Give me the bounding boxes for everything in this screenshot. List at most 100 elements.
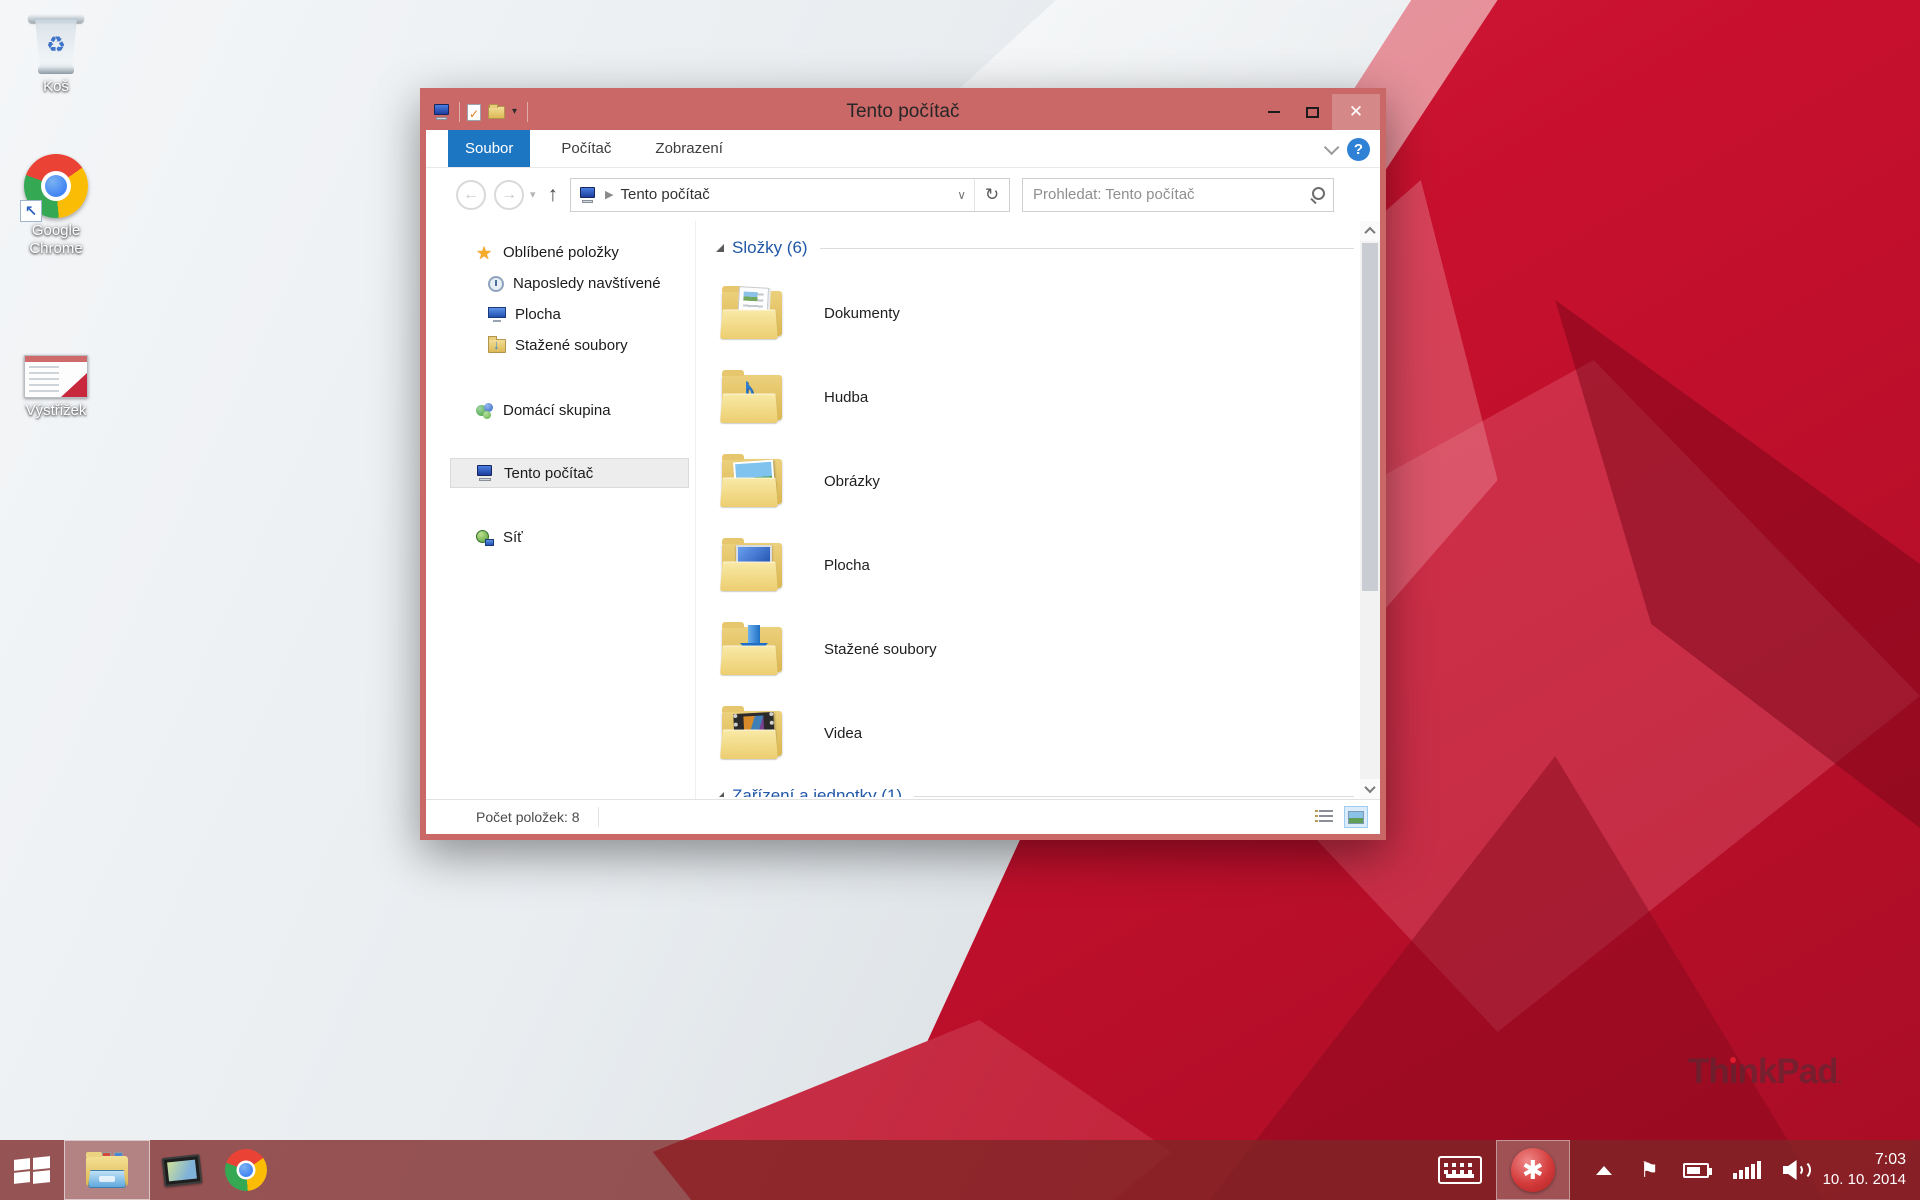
sidebar-item-label: Stažené soubory (515, 337, 628, 354)
battery-icon[interactable] (1683, 1163, 1709, 1178)
folder-icon (720, 705, 786, 761)
address-dropdown-chevron-icon[interactable]: ∨ (949, 188, 974, 202)
taskbar-clock[interactable]: 7:03 10. 10. 2014 (1823, 1150, 1906, 1190)
sidebar-item-tento-pocitac[interactable]: Tento počítač (450, 458, 689, 488)
sidebar-item-domaci-skupina[interactable]: Domácí skupina (426, 395, 695, 426)
breadcrumb[interactable]: Tento počítač (621, 186, 950, 203)
vertical-scrollbar[interactable] (1360, 221, 1380, 799)
folder-item-label: Videa (824, 725, 862, 742)
computer-icon[interactable] (432, 104, 452, 120)
taskbar-photos-button[interactable] (150, 1140, 214, 1200)
group-header-zarizeni-partial[interactable]: Zařízení a jednotky (1) (716, 783, 1354, 797)
group-header-label: Zařízení a jednotky (1) (732, 786, 902, 797)
start-button[interactable] (0, 1140, 64, 1200)
separator (459, 102, 460, 122)
explorer-window: ▾ Tento počítač ✕ Soubor Počítač Zobraze… (420, 88, 1386, 840)
desktop-icon-label: Google Chrome (4, 222, 108, 258)
touch-keyboard-icon[interactable] (1438, 1156, 1482, 1184)
folder-item-obrazky[interactable]: Obrázky (716, 439, 1354, 523)
sidebar-item-stazene-soubory[interactable]: Stažené soubory (426, 330, 695, 361)
sidebar-gap (426, 426, 695, 458)
new-folder-icon[interactable] (488, 106, 505, 119)
search-input[interactable] (1033, 186, 1309, 203)
group-header-label: Složky (6) (732, 238, 808, 258)
help-button[interactable]: ? (1347, 138, 1370, 161)
recent-places-icon (488, 276, 504, 292)
close-button[interactable]: ✕ (1332, 94, 1380, 130)
folder-item-stazene-soubory[interactable]: Stažené soubory (716, 607, 1354, 691)
recent-locations-chevron-icon[interactable]: ▾ (530, 188, 536, 201)
folder-item-dokumenty[interactable]: Dokumenty (716, 271, 1354, 355)
recycle-bin-icon: ♻ (28, 12, 84, 74)
minimize-button[interactable] (1256, 94, 1292, 130)
taskbar-file-explorer-button[interactable] (64, 1140, 150, 1200)
action-center-flag-icon[interactable]: ⚑ (1640, 1158, 1659, 1183)
caption-buttons: ✕ (1256, 94, 1380, 130)
group-header-slozky[interactable]: Složky (6) (716, 235, 1354, 261)
sidebar-item-oblibene-polozky[interactable]: ★ Oblíbené položky (426, 237, 695, 268)
address-bar[interactable]: ▶ Tento počítač ∨ ↻ (570, 178, 1010, 212)
sidebar-item-label: Tento počítač (504, 465, 593, 482)
search-icon[interactable] (1309, 187, 1325, 203)
desktop-icon-recycle-bin[interactable]: ♻ Koš (4, 8, 108, 96)
tab-zobrazeni[interactable]: Zobrazení (638, 130, 740, 167)
folder-icon (720, 537, 786, 593)
breadcrumb-arrow-icon[interactable]: ▶ (605, 188, 613, 201)
thumbnails-view-button[interactable] (1344, 806, 1368, 828)
folder-view: Složky (6) Dokumenty ♪ (696, 221, 1360, 799)
folder-item-plocha[interactable]: Plocha (716, 523, 1354, 607)
up-button[interactable]: ↑ (548, 183, 559, 207)
refresh-button[interactable]: ↻ (975, 185, 1009, 205)
network-signal-icon[interactable] (1733, 1161, 1761, 1179)
scroll-up-button[interactable] (1360, 221, 1380, 241)
tray-red-utility-button[interactable]: ✱ (1496, 1140, 1570, 1200)
expand-ribbon-chevron-icon[interactable] (1324, 139, 1340, 155)
navigation-bar: ← → ▾ ↑ ▶ Tento počítač ∨ ↻ (426, 168, 1380, 221)
scroll-down-button[interactable] (1360, 779, 1380, 799)
collapse-triangle-icon (716, 792, 724, 797)
details-view-button[interactable] (1314, 806, 1338, 828)
scrollbar-thumb[interactable] (1362, 243, 1378, 591)
thinkpad-logo-dot (1730, 1057, 1736, 1063)
computer-icon (476, 465, 495, 481)
group-header-rule (820, 248, 1354, 249)
window-titlebar[interactable]: ▾ Tento počítač ✕ (426, 94, 1380, 130)
folder-item-hudba[interactable]: ♪ Hudba (716, 355, 1354, 439)
desktop-icon-vystrizek[interactable]: Výstřižek (4, 332, 108, 420)
item-count-label: Počet položek: 8 (476, 809, 580, 825)
show-hidden-icons-arrow[interactable] (1596, 1166, 1612, 1175)
file-explorer-icon (84, 1152, 130, 1188)
search-box[interactable] (1022, 178, 1334, 212)
clock-date: 10. 10. 2014 (1823, 1170, 1906, 1190)
sidebar-item-naposledy-navstivene[interactable]: Naposledy navštívené (426, 268, 695, 299)
desktop-icon-google-chrome[interactable]: ↖ Google Chrome (4, 152, 108, 258)
red-utility-icon: ✱ (1511, 1148, 1555, 1192)
tab-pocitac[interactable]: Počítač (544, 130, 628, 167)
folder-item-videa[interactable]: Videa (716, 691, 1354, 775)
folder-item-label: Hudba (824, 389, 868, 406)
computer-icon (578, 187, 598, 203)
desktop-icon (488, 307, 506, 322)
folder-list: Dokumenty ♪ Hudba Obr (716, 271, 1354, 775)
sidebar-item-sit[interactable]: Síť (426, 522, 695, 553)
folder-item-label: Plocha (824, 557, 870, 574)
desktop-icon-label: Koš (4, 78, 108, 96)
forward-button[interactable]: → (494, 180, 524, 210)
navigation-pane: ★ Oblíbené položky Naposledy navštívené … (426, 221, 696, 799)
sidebar-item-plocha[interactable]: Plocha (426, 299, 695, 330)
taskbar-chrome-button[interactable] (214, 1140, 278, 1200)
windows-logo-icon (14, 1157, 50, 1184)
maximize-button[interactable] (1292, 94, 1332, 130)
properties-icon[interactable] (467, 104, 481, 121)
back-button[interactable]: ← (456, 180, 486, 210)
tab-soubor[interactable]: Soubor (448, 130, 530, 167)
sidebar-item-label: Oblíbené položky (503, 244, 619, 261)
window-title: Tento počítač (426, 101, 1380, 123)
dropdown-chevron-icon[interactable]: ▾ (512, 108, 520, 116)
volume-icon[interactable] (1783, 1160, 1809, 1180)
status-bar: Počet položek: 8 (426, 799, 1380, 834)
homegroup-icon (476, 403, 494, 419)
sidebar-item-label: Síť (503, 529, 523, 546)
folder-icon (720, 621, 786, 677)
thinkpad-logo: ThinkPad. (1688, 1052, 1841, 1092)
